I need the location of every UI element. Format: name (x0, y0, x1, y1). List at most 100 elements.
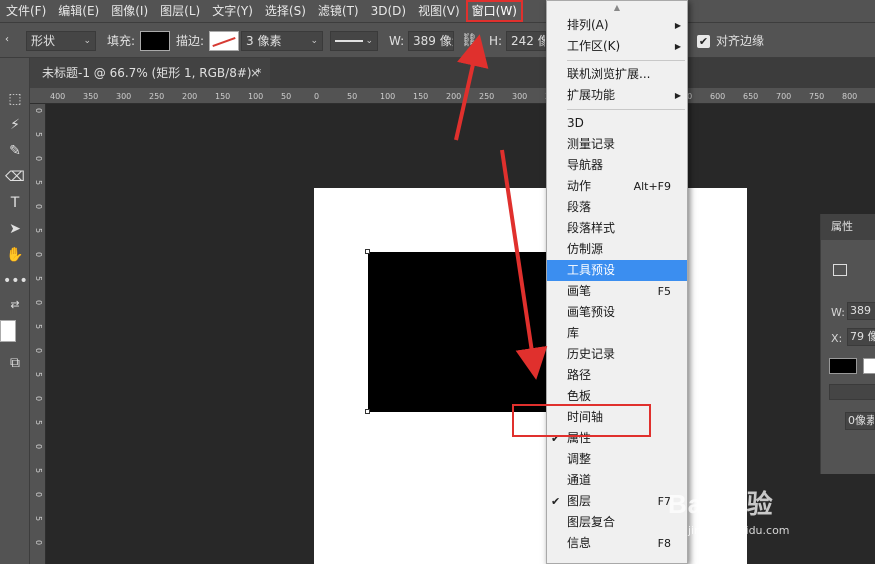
ruler-tick-label: 0 (34, 540, 43, 546)
options-collapse-icon[interactable]: ‹ (0, 29, 14, 51)
more-tools-icon[interactable]: ••• (3, 270, 28, 292)
fill-swatch[interactable] (140, 31, 170, 51)
vertical-ruler: 05050505050505050505 (30, 104, 46, 564)
ruler-tick-label: 0 (34, 156, 43, 162)
submenu-arrow-icon: ▶ (674, 21, 681, 30)
window-menu-item-timeline[interactable]: 时间轴 (547, 407, 687, 428)
rectangle-shape[interactable] (368, 252, 548, 412)
ruler-tick-label: 200 (182, 92, 198, 101)
eraser-tool-icon[interactable]: ⌫ (3, 166, 27, 188)
stroke-swatch[interactable] (209, 31, 239, 51)
brush-tool-icon[interactable]: ✎ (3, 140, 27, 162)
window-menu-item[interactable]: 工作区(K) ▶ (547, 36, 687, 57)
stroke-width-field[interactable]: 3 像素 ⌄ (241, 31, 323, 51)
window-menu-item[interactable]: ✔ 属性 (547, 428, 687, 449)
path-selection-tool-icon[interactable]: ➤ (3, 218, 27, 240)
menu-item-label: 图层 (567, 494, 592, 508)
menu-item-label: 路径 (567, 368, 592, 382)
ruler-tick-label: 0 (34, 108, 43, 114)
width-field[interactable]: 389 像素 (408, 31, 454, 51)
props-radius-field[interactable]: 0像素 (845, 412, 875, 430)
hand-tool-icon[interactable]: ✋ (3, 244, 27, 266)
menu-item-label: 历史记录 (567, 347, 616, 361)
window-menu-item[interactable]: 画笔 F5 (547, 281, 687, 302)
ruler-tick-label: 0 (34, 444, 43, 450)
menu-layer[interactable]: 图层(L) (154, 0, 206, 22)
props-width-field[interactable]: 389 (847, 302, 875, 320)
ruler-tick-label: 5 (34, 516, 43, 522)
window-menu-item[interactable]: 图层复合 (547, 512, 687, 533)
props-fill-swatch[interactable] (829, 358, 857, 374)
window-menu-item[interactable]: 色板 (547, 386, 687, 407)
ruler-tick-label: 0 (34, 204, 43, 210)
menu-item-label: 3D (567, 116, 584, 130)
ruler-tick-label: 250 (479, 92, 495, 101)
submenu-arrow-icon: ▶ (674, 42, 681, 51)
ruler-tick-label: 350 (83, 92, 99, 101)
chevron-down-icon: ⌄ (83, 36, 91, 46)
window-menu-item[interactable]: 通道 (547, 470, 687, 491)
transform-handle[interactable] (365, 409, 370, 414)
window-menu-item[interactable]: 画笔预设 (547, 302, 687, 323)
transform-handle[interactable] (365, 249, 370, 254)
props-stroke-type-select[interactable] (829, 384, 875, 400)
window-menu-item[interactable]: 信息 F8 (547, 533, 687, 554)
window-menu-item[interactable]: 联机浏览扩展... (547, 64, 687, 85)
window-menu-item[interactable]: 动作 Alt+F9 (547, 176, 687, 197)
window-menu-item[interactable]: 段落 (547, 197, 687, 218)
window-menu-item[interactable]: 路径 (547, 365, 687, 386)
window-menu-item[interactable]: 调整 (547, 449, 687, 470)
window-menu-item[interactable]: 库 (547, 323, 687, 344)
link-icon[interactable]: ⛓ (461, 31, 478, 51)
menu-select[interactable]: 选择(S) (259, 0, 312, 22)
properties-tab[interactable]: 属性 (821, 214, 875, 240)
document-tab[interactable]: 未标题-1 @ 66.7% (矩形 1, RGB/8#) * × (30, 58, 270, 88)
window-menu-item[interactable]: 测量记录 (547, 134, 687, 155)
props-x-field[interactable]: 79 像 (847, 328, 875, 346)
menu-filter[interactable]: 滤镜(T) (312, 0, 365, 22)
magic-wand-tool-icon[interactable]: ⚡ (3, 114, 27, 136)
close-icon[interactable]: × (250, 58, 260, 88)
ruler-tick-label: 5 (34, 228, 43, 234)
window-menu-item[interactable]: 仿制源 (547, 239, 687, 260)
menu-type[interactable]: 文字(Y) (206, 0, 259, 22)
submenu-arrow-icon: ▶ (674, 91, 681, 100)
ruler-tick-label: 0 (34, 396, 43, 402)
props-stroke-swatch[interactable] (863, 358, 875, 374)
menu-3d[interactable]: 3D(D) (365, 0, 412, 22)
marquee-tool-icon[interactable]: ⬚ (3, 88, 27, 110)
window-menu-item[interactable]: 扩展功能 ▶ (547, 85, 687, 106)
checkmark-icon: ✔ (551, 432, 561, 445)
screen-mode-icon[interactable]: ⧉ (3, 352, 27, 374)
type-tool-icon[interactable]: T (3, 192, 27, 214)
menu-view[interactable]: 视图(V) (412, 0, 466, 22)
window-menu-item[interactable]: 历史记录 (547, 344, 687, 365)
swap-colors-icon[interactable]: ⇄ (3, 294, 27, 316)
foreground-color-swatch[interactable] (0, 320, 16, 342)
ruler-tick-label: 5 (34, 276, 43, 282)
ruler-tick-label: 50 (347, 92, 358, 101)
window-menu-item[interactable]: ✔ 图层 F7 (547, 491, 687, 512)
transform-icon[interactable] (833, 264, 847, 276)
height-field[interactable]: 242 像素 (506, 31, 546, 51)
window-menu-item[interactable]: 段落样式 (547, 218, 687, 239)
window-menu-item[interactable]: 导航器 (547, 155, 687, 176)
stroke-type-select[interactable]: ⌄ (330, 31, 378, 51)
menu-window[interactable]: 窗口(W) (465, 0, 523, 22)
scroll-up-icon[interactable]: ▲ (547, 1, 687, 15)
menu-image[interactable]: 图像(I) (105, 0, 154, 22)
window-menu-item-highlighted[interactable]: 工具预设 (547, 260, 687, 281)
horizontal-ruler: 400 350 300 250 200 150 100 50 0 50 100 150 200 250 30… (30, 88, 875, 104)
menu-edit[interactable]: 编辑(E) (52, 0, 105, 22)
ruler-tick-label: 5 (34, 420, 43, 426)
props-width-label: W: (831, 306, 845, 319)
menu-file[interactable]: 文件(F) (0, 0, 52, 22)
align-edges-checkbox[interactable]: ✔ (697, 35, 710, 48)
shape-mode-select[interactable]: 形状 ⌄ (26, 31, 96, 51)
menu-item-label: 段落 (567, 200, 592, 214)
menu-separator (567, 60, 685, 61)
ruler-tick-label: 300 (116, 92, 132, 101)
window-menu-item[interactable]: 排列(A) ▶ (547, 15, 687, 36)
ruler-tick-label: 400 (50, 92, 66, 101)
window-menu-item[interactable]: 3D (547, 113, 687, 134)
